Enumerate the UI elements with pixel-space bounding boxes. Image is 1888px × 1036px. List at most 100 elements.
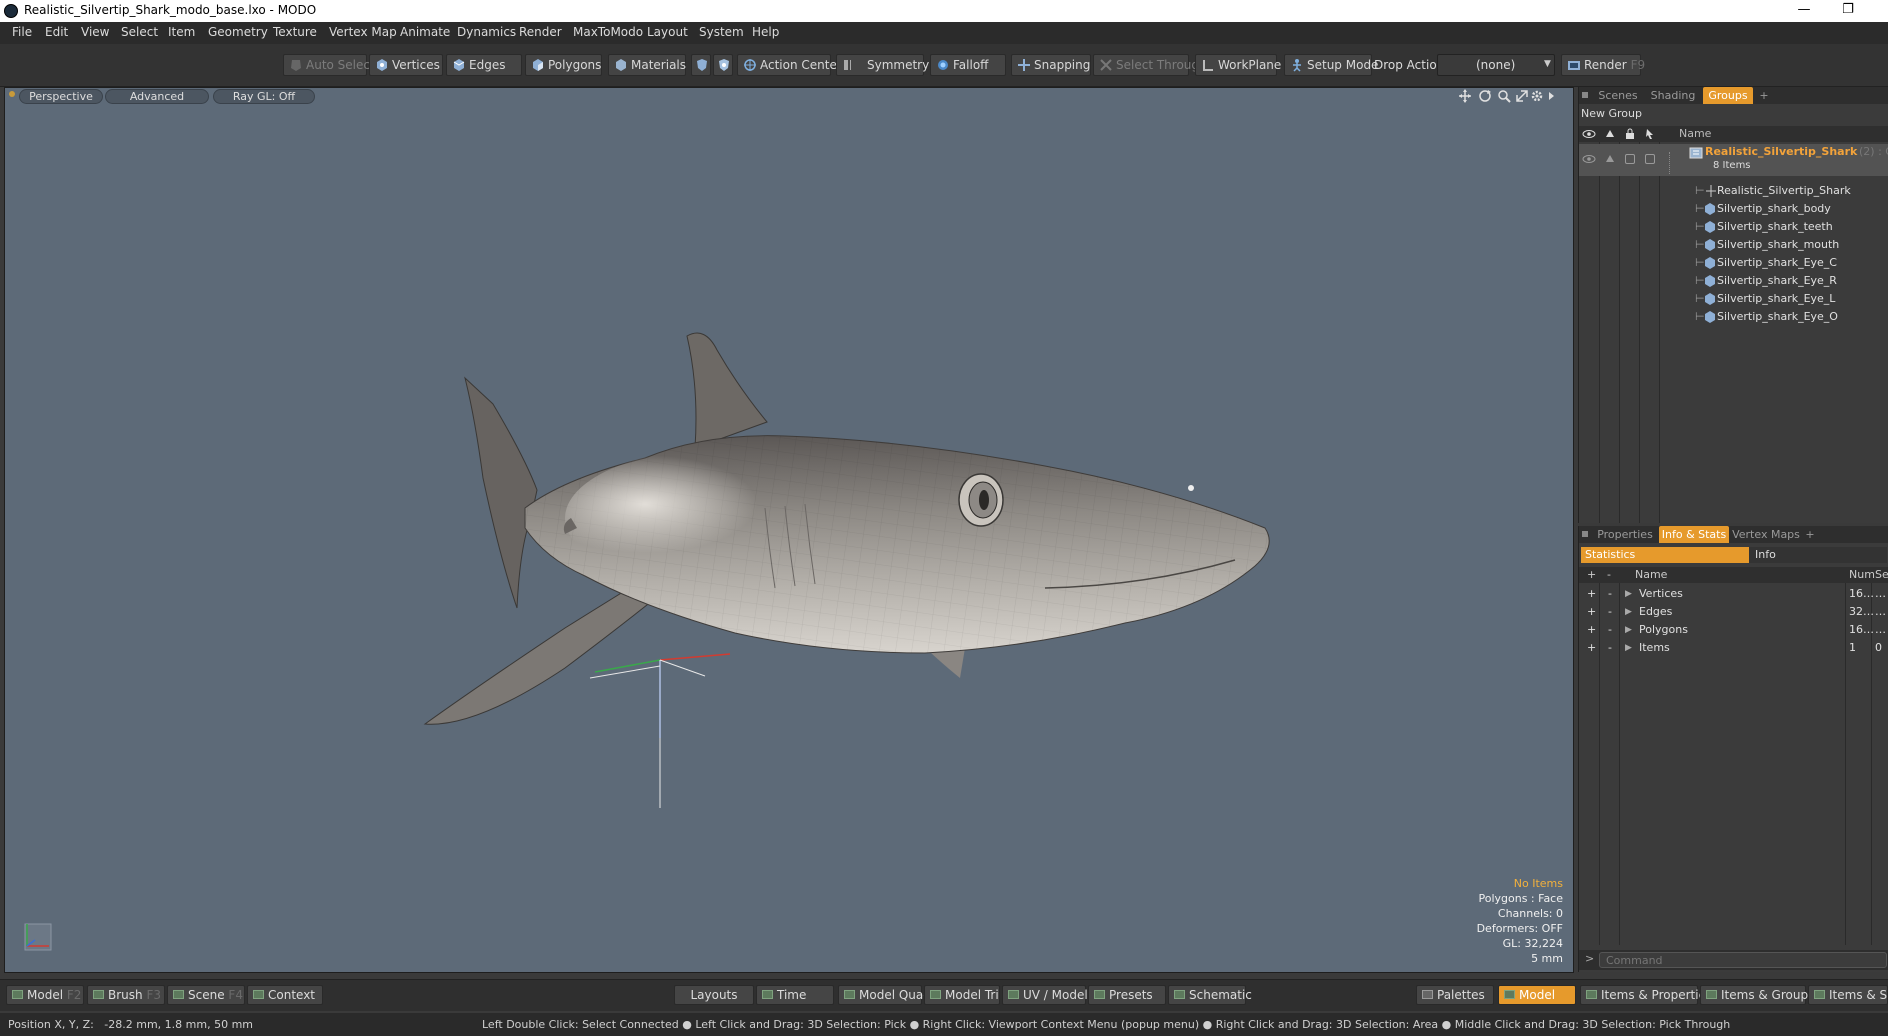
model-tab-button[interactable]: Model F2: [6, 985, 84, 1005]
row-lock-checkbox[interactable]: [1625, 154, 1635, 164]
expand-all-header[interactable]: +: [1587, 568, 1596, 581]
disclosure-triangle-icon[interactable]: ▶: [1625, 639, 1632, 657]
menu-dynamics[interactable]: Dynamics: [457, 25, 516, 39]
3d-viewport[interactable]: Perspective Advanced Ray GL: Off No Item…: [4, 87, 1574, 973]
menu-help[interactable]: Help: [752, 25, 779, 39]
falloff-button[interactable]: Falloff: [930, 54, 1006, 76]
tree-item-row[interactable]: ⊢ Silvertip_shark_Eye_L: [1579, 290, 1888, 308]
menu-view[interactable]: View: [81, 25, 109, 39]
uv-model-button[interactable]: UV / Model: [1002, 985, 1088, 1005]
menu-animate[interactable]: Animate: [400, 25, 450, 39]
collapse-button[interactable]: -: [1608, 639, 1612, 657]
tab-statistics[interactable]: Statistics: [1581, 547, 1749, 563]
render-toggle-icon[interactable]: [1603, 127, 1617, 141]
tab-properties[interactable]: Properties: [1593, 526, 1657, 543]
collapse-button[interactable]: -: [1608, 603, 1612, 621]
render-button[interactable]: Render F9: [1561, 54, 1645, 76]
items-properties-button[interactable]: Items & Properties: [1580, 985, 1712, 1005]
presets-button[interactable]: Presets: [1088, 985, 1166, 1005]
tree-item-row[interactable]: ⊢ Silvertip_shark_Eye_R: [1579, 272, 1888, 290]
model-tri-button[interactable]: Model Tri: [924, 985, 1000, 1005]
select-through-button[interactable]: Select Through: [1093, 54, 1207, 76]
tree-item-row[interactable]: ⊢ Silvertip_shark_mouth: [1579, 236, 1888, 254]
tab-info[interactable]: Info: [1749, 547, 1887, 563]
select-toggle-2-button[interactable]: [713, 54, 733, 76]
tree-item-row[interactable]: ⊢ Realistic_Silvertip_Shark: [1579, 182, 1888, 200]
items-shading-button[interactable]: Items & Shad: [1808, 985, 1888, 1005]
expand-button[interactable]: +: [1587, 621, 1596, 639]
group-row[interactable]: Realistic_Silvertip_Shark (2) : G 8 Item…: [1579, 144, 1888, 176]
action-center-button[interactable]: Action Center: [737, 54, 842, 76]
panel-menu-icon[interactable]: [1582, 531, 1588, 537]
tree-item-row[interactable]: ⊢ Silvertip_shark_Eye_O: [1579, 308, 1888, 326]
menu-layout[interactable]: Layout: [647, 25, 688, 39]
menu-item[interactable]: Item: [168, 25, 195, 39]
stats-row-items[interactable]: + - ▶ Items 1 0: [1579, 639, 1888, 657]
time-button[interactable]: Time: [756, 985, 834, 1005]
menu-file[interactable]: File: [12, 25, 32, 39]
row-visibility-eye-icon[interactable]: [1582, 152, 1596, 166]
snapping-button[interactable]: Snapping: [1011, 54, 1091, 76]
tab-groups[interactable]: Groups: [1703, 87, 1753, 104]
tab-vertex-maps[interactable]: Vertex Maps: [1731, 526, 1801, 543]
select-toggle-icon[interactable]: [1643, 127, 1657, 141]
disclosure-triangle-icon[interactable]: ▶: [1625, 621, 1632, 639]
workplane-button[interactable]: WorkPlane: [1195, 54, 1281, 76]
vertices-mode-button[interactable]: Vertices: [369, 54, 443, 76]
visibility-eye-icon[interactable]: [1582, 127, 1596, 141]
restore-button[interactable]: ❐: [1826, 0, 1870, 22]
auto-select-button[interactable]: Auto Select: [283, 54, 375, 76]
scene-tab-button[interactable]: Scene F4: [167, 985, 245, 1005]
menu-texture[interactable]: Texture: [273, 25, 317, 39]
stats-row-vertices[interactable]: + - ▶ Vertices 16… …: [1579, 585, 1888, 603]
menu-select[interactable]: Select: [121, 25, 158, 39]
collapse-all-header[interactable]: -: [1607, 568, 1611, 581]
collapse-button[interactable]: -: [1608, 585, 1612, 603]
menu-vertex-map[interactable]: Vertex Map: [329, 25, 397, 39]
tab-shading[interactable]: Shading: [1645, 87, 1701, 104]
collapse-button[interactable]: -: [1608, 621, 1612, 639]
disclosure-triangle-icon[interactable]: ▶: [1625, 585, 1632, 603]
items-groups-button[interactable]: Items & Groups: [1700, 985, 1814, 1005]
materials-mode-button[interactable]: Materials: [608, 54, 686, 76]
add-tab-button[interactable]: +: [1803, 526, 1817, 543]
stats-row-polygons[interactable]: + - ▶ Polygons 16… …: [1579, 621, 1888, 639]
palettes-button[interactable]: Palettes: [1416, 985, 1494, 1005]
menu-edit[interactable]: Edit: [45, 25, 68, 39]
panel-menu-icon[interactable]: [1582, 92, 1588, 98]
setup-mode-button[interactable]: Setup Mode: [1284, 54, 1378, 76]
tree-item-row[interactable]: ⊢ Silvertip_shark_Eye_C: [1579, 254, 1888, 272]
lock-toggle-icon[interactable]: [1623, 127, 1637, 141]
symmetry-button[interactable]: Symmetry: [836, 54, 929, 76]
tab-scenes[interactable]: Scenes: [1593, 87, 1643, 104]
stats-row-edges[interactable]: + - ▶ Edges 32… …: [1579, 603, 1888, 621]
menu-render[interactable]: Render: [519, 25, 562, 39]
transform-gizmo[interactable]: [589, 653, 731, 808]
row-select-checkbox[interactable]: [1645, 154, 1655, 164]
add-tab-button[interactable]: +: [1757, 87, 1771, 104]
context-tab-button[interactable]: Context: [247, 985, 323, 1005]
edges-mode-button[interactable]: Edges: [446, 54, 522, 76]
tree-item-row[interactable]: ⊢ Silvertip_shark_teeth: [1579, 218, 1888, 236]
new-group-button[interactable]: New Group: [1581, 107, 1642, 120]
minimize-button[interactable]: —: [1782, 0, 1826, 22]
polygons-mode-button[interactable]: Polygons: [525, 54, 602, 76]
expand-button[interactable]: +: [1587, 639, 1596, 657]
shark-3d-model[interactable]: [5, 88, 1574, 973]
expand-button[interactable]: +: [1587, 603, 1596, 621]
command-input[interactable]: [1599, 952, 1887, 968]
layouts-button[interactable]: Layouts: [674, 985, 754, 1005]
select-toggle-1-button[interactable]: [691, 54, 711, 76]
schematic-button[interactable]: Schematic: [1168, 985, 1252, 1005]
model-layout-active-button[interactable]: Model: [1498, 985, 1576, 1005]
menu-system[interactable]: System: [699, 25, 744, 39]
menu-maxtomodo[interactable]: MaxToModo: [573, 25, 643, 39]
model-quad-button[interactable]: Model Quad: [838, 985, 931, 1005]
row-render-icon[interactable]: [1603, 152, 1617, 166]
disclosure-triangle-icon[interactable]: ▶: [1625, 603, 1632, 621]
tree-item-row[interactable]: ⊢ Silvertip_shark_body: [1579, 200, 1888, 218]
brush-tab-button[interactable]: Brush F3: [87, 985, 165, 1005]
drop-action-select[interactable]: (none) ▼: [1437, 54, 1555, 76]
tab-info-stats[interactable]: Info & Stats: [1659, 526, 1729, 543]
expand-button[interactable]: +: [1587, 585, 1596, 603]
